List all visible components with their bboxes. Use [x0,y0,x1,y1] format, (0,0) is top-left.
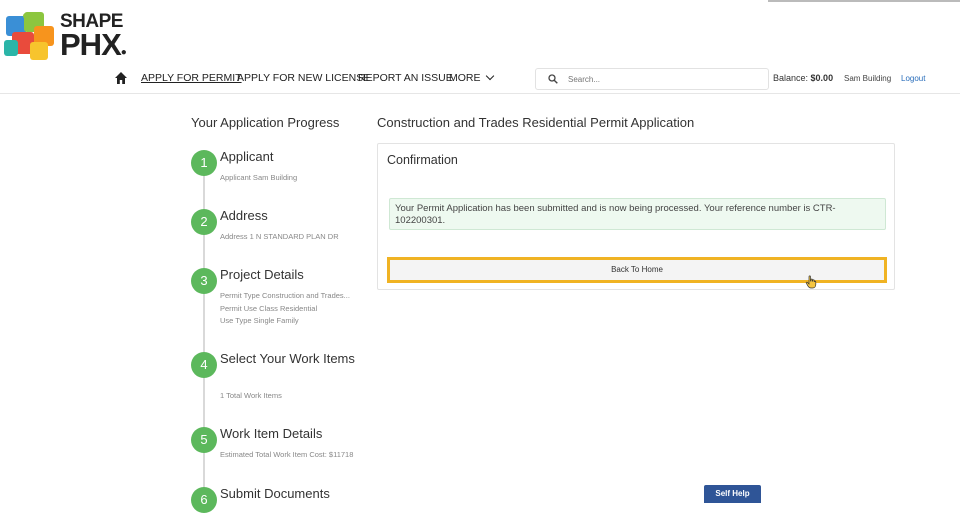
step-title: Address [220,208,268,223]
step-title: Applicant [220,149,274,164]
step-title: Select Your Work Items [220,351,355,366]
confirmation-card: Confirmation Your Permit Application has… [377,143,895,290]
balance-value: $0.00 [810,73,834,83]
balance-label: Balance: [773,73,809,83]
step-number-badge: 4 [191,352,217,378]
search-input[interactable] [568,72,758,86]
step-detail: Permit Use Class Residential [220,303,318,313]
step-number-badge: 6 [191,487,217,513]
step-number-badge: 2 [191,209,217,235]
step-detail: 1 Total Work Items [220,391,282,400]
progress-title: Your Application Progress [191,115,340,130]
self-help-button[interactable]: Self Help [704,485,761,503]
shape-phx-logo[interactable]: SHAPE PHX● [4,10,134,64]
nav-apply-for-permit[interactable]: APPLY FOR PERMIT [141,72,242,84]
step-number-badge: 3 [191,268,217,294]
search-box[interactable] [535,68,769,90]
step-number-badge: 1 [191,150,217,176]
chevron-down-icon [485,71,494,81]
top-edge-line [768,0,960,2]
logo-phx-text: PHX [60,27,122,62]
step-detail: Permit Type Construction and Trades... [220,291,350,300]
balance: Balance: $0.00 [773,73,833,83]
logout-link[interactable]: Logout [901,74,925,83]
nav-apply-for-new-license[interactable]: APPLY FOR NEW LICENSE [237,72,370,84]
nav-more[interactable]: MORE [449,71,494,84]
user-name[interactable]: Sam Building [844,74,891,83]
nav-report-an-issue[interactable]: REPORT AN ISSUE [358,72,453,84]
home-icon[interactable] [114,71,128,85]
main-navbar: APPLY FOR PERMIT APPLY FOR NEW LICENSE R… [0,64,960,94]
step-title: Project Details [220,267,304,282]
puzzle-logo-icon [4,12,54,60]
step-detail: Applicant Sam Building [220,173,298,182]
step-title: Submit Documents [220,486,330,501]
search-icon [548,74,558,84]
step-title: Work Item Details [220,426,323,441]
card-title: Confirmation [387,153,458,167]
success-message: Your Permit Application has been submitt… [389,198,886,230]
logo-text: SHAPE PHX● [60,11,127,62]
step-detail: Address 1 N STANDARD PLAN DR [220,232,339,241]
page-title: Construction and Trades Residential Perm… [377,115,695,130]
step-detail: Use Type Single Family [220,316,299,325]
nav-more-label: MORE [449,72,481,84]
step-number-badge: 5 [191,427,217,453]
hand-cursor-icon [805,275,817,289]
step-detail: Estimated Total Work Item Cost: $11718 [220,450,354,459]
